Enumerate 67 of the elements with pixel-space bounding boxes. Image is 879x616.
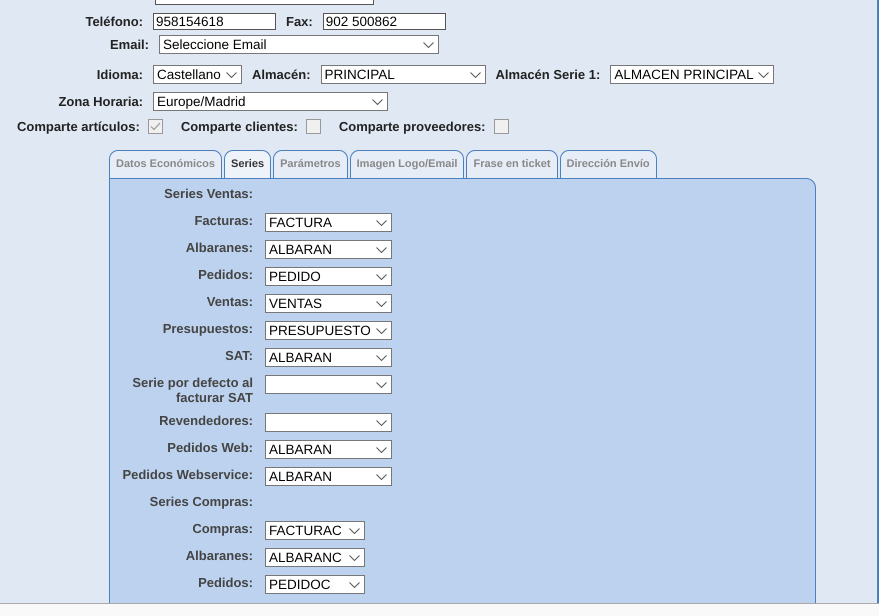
- chevron-down-icon: [376, 220, 387, 226]
- warehouse-label: Almacén:: [252, 67, 311, 82]
- chevron-down-icon: [376, 246, 387, 252]
- series-label: Albaranes:: [184, 548, 253, 563]
- dropdown[interactable]: FACTURA: [265, 213, 392, 232]
- series-label: SAT:: [224, 348, 253, 363]
- chevron-down-icon: [376, 274, 387, 280]
- checkbox[interactable]: [148, 119, 163, 134]
- phone-label: Teléfono:: [84, 14, 143, 29]
- section-heading: Series Ventas:: [163, 186, 253, 201]
- series-label: Pedidos Webservice:: [121, 467, 253, 482]
- dropdown[interactable]: ALBARAN: [265, 440, 392, 459]
- share-label: Comparte clientes:: [180, 119, 298, 134]
- dropdown[interactable]: ALBARAN: [265, 240, 392, 259]
- chevron-down-icon: [349, 582, 360, 588]
- dropdown[interactable]: ALBARAN: [265, 467, 392, 486]
- dropdown[interactable]: Castellano: [153, 65, 242, 84]
- section-heading: Series Compras:: [148, 494, 253, 509]
- tab[interactable]: Series: [224, 150, 272, 178]
- series-label: Revendedores:: [158, 413, 253, 428]
- fax-label: Fax:: [286, 14, 313, 29]
- series-label: Albaranes:: [184, 240, 253, 255]
- series-label: Pedidos Web:: [166, 440, 253, 455]
- chevron-down-icon: [349, 554, 360, 560]
- dropdown[interactable]: PRESUPUESTO: [265, 321, 392, 340]
- dropdown[interactable]: VENTAS: [265, 294, 392, 313]
- chevron-down-icon: [376, 420, 387, 426]
- timezone-label: Zona Horaria:: [57, 94, 143, 109]
- phone-field[interactable]: 958154618: [153, 13, 276, 30]
- dropdown[interactable]: ALMACEN PRINCIPAL: [610, 65, 774, 84]
- series-label: Compras:: [191, 521, 253, 536]
- email-label: Email:: [108, 37, 149, 52]
- fax-field[interactable]: 902 500862: [322, 13, 446, 30]
- chevron-down-icon: [376, 300, 387, 306]
- dropdown[interactable]: ALBARANC: [265, 548, 365, 567]
- chevron-down-icon: [376, 382, 387, 388]
- language-label: Idioma:: [96, 67, 143, 82]
- checkbox[interactable]: [494, 119, 509, 134]
- dropdown[interactable]: FACTURAC: [265, 521, 365, 540]
- series-label: Pedidos:: [197, 575, 253, 590]
- share-label: Comparte artículos:: [17, 119, 140, 134]
- series-label: Ventas:: [206, 294, 253, 309]
- chevron-down-icon: [376, 328, 387, 334]
- chevron-down-icon: [376, 474, 387, 480]
- dropdown[interactable]: PEDIDOC: [265, 575, 365, 594]
- dropdown[interactable]: ALBARAN: [265, 348, 392, 367]
- series-label: Serie por defecto al facturar SAT: [131, 375, 253, 405]
- chevron-down-icon: [470, 72, 481, 78]
- dropdown[interactable]: Seleccione Email: [159, 35, 439, 54]
- chevron-down-icon: [758, 72, 770, 78]
- checkbox[interactable]: [306, 119, 321, 134]
- series-label: Facturas:: [193, 213, 253, 228]
- series-label: Presupuestos:: [162, 321, 253, 336]
- share-label: Comparte proveedores:: [338, 119, 486, 134]
- chevron-down-icon: [349, 528, 360, 534]
- dropdown[interactable]: PRINCIPAL: [320, 65, 486, 84]
- dropdown[interactable]: PEDIDO: [265, 267, 392, 286]
- dropdown[interactable]: [265, 413, 392, 432]
- chevron-down-icon: [376, 354, 387, 360]
- chevron-down-icon: [376, 446, 387, 452]
- dropdown[interactable]: Europe/Madrid: [153, 92, 388, 111]
- series-label: Pedidos:: [197, 267, 253, 282]
- dropdown[interactable]: [265, 375, 392, 394]
- chevron-down-icon: [423, 42, 434, 48]
- warehouse-series-label: Almacén Serie 1:: [496, 67, 600, 82]
- chevron-down-icon: [372, 98, 383, 104]
- chevron-down-icon: [226, 72, 237, 78]
